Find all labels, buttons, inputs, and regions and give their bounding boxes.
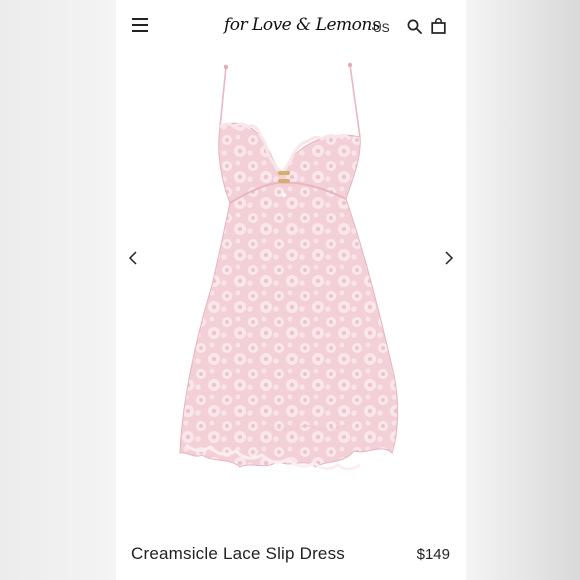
- region-selector[interactable]: US: [373, 21, 390, 35]
- product-title[interactable]: Creamsicle Lace Slip Dress: [131, 544, 345, 564]
- brand-logo[interactable]: for Love & Lemons: [224, 15, 381, 35]
- chevron-right-icon[interactable]: [442, 250, 456, 266]
- site-header: for Love & Lemons US: [116, 0, 466, 55]
- shopping-bag-icon[interactable]: [431, 18, 446, 34]
- hamburger-menu-icon[interactable]: [132, 18, 148, 32]
- chevron-left-icon[interactable]: [126, 250, 140, 266]
- left-background-panel: [0, 0, 116, 580]
- right-background-panel: [466, 0, 580, 580]
- mobile-page: for Love & Lemons US Creamsicle Lace Sli…: [116, 0, 466, 580]
- product-image: [179, 62, 399, 471]
- product-price: $149: [416, 546, 450, 563]
- search-icon[interactable]: [407, 19, 422, 34]
- product-image-gallery[interactable]: [116, 55, 466, 525]
